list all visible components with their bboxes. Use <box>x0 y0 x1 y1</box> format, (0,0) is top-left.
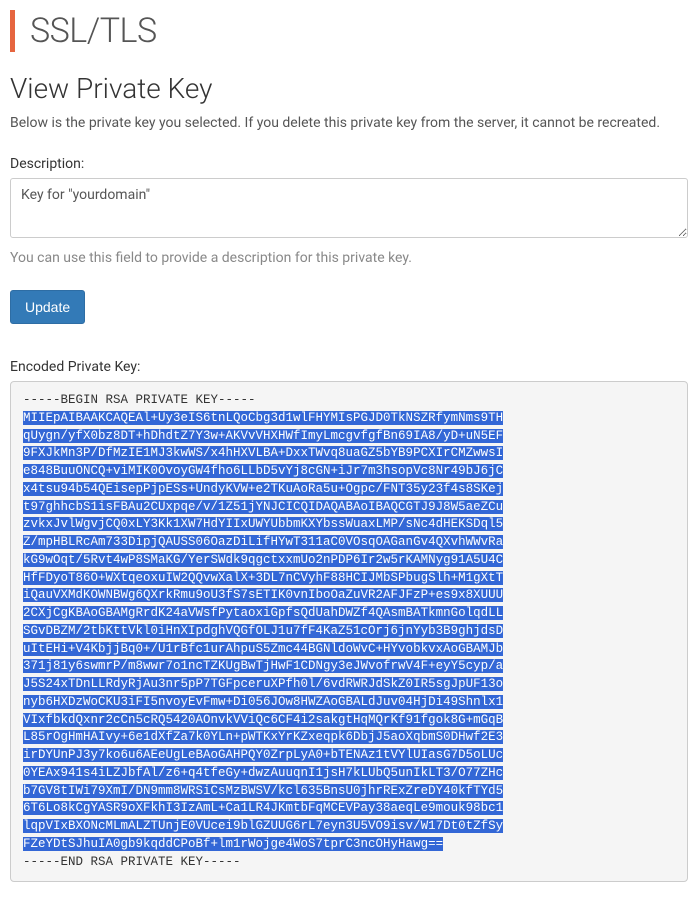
key-line: kG9wOqt/5Rvt4wP8SMaKG/YerSWdk9qgctxxmUo2… <box>23 553 503 567</box>
key-line: HfFDyoT86O+WXtqeoxuIW2QQvwXalX+3DL7nCVyh… <box>23 571 503 585</box>
key-line: irDYUnPJ3y7ko6u6AEeUgLeBAoGAHPQY0ZrpLyA0… <box>23 748 503 762</box>
encoded-key-container: -----BEGIN RSA PRIVATE KEY----- MIIEpAIB… <box>10 381 688 882</box>
encoded-key-content[interactable]: -----BEGIN RSA PRIVATE KEY----- MIIEpAIB… <box>23 392 675 871</box>
key-line: uItEHi+V4KbjjBq0+/U1rBfc1urAhpuS5Zmc44BG… <box>23 642 503 656</box>
key-line: qUygn/yfX0bz8DT+hDhdtZ7Y3w+AKVvVHXHWfImy… <box>23 429 503 443</box>
key-line: e848BuuONCQ+viMIK0OvoyGW4fho6LLbD5vYj8cG… <box>23 464 503 478</box>
key-line: t97ghhcbS1isFBAu2CUxpqe/v/1Z51jYNJCICQID… <box>23 500 503 514</box>
key-line: VIxfbkdQxnr2cCn5cRQ5420AOnvkVViQc6CF4i2s… <box>23 713 503 727</box>
key-line: SGvDBZM/2tbKttVkl0iHnXIpdghVQGfOLJ1u7fF4… <box>23 624 503 638</box>
page-title: SSL/TLS <box>30 11 157 51</box>
key-line: J5S24xTDnLLRdyRjAu3nr5pP7TGFpceruXPfh0l/… <box>23 677 503 691</box>
key-line: lqpVIxBXONcMLmALZTUnjE0VUcei9blGZUUG6rL7… <box>23 819 503 833</box>
update-button[interactable]: Update <box>10 290 85 324</box>
key-line: 0YEAx941s4iLZJbfAl/z6+q4tfeGy+dwzAuuqnI1… <box>23 766 503 780</box>
description-label: Description: <box>10 156 688 172</box>
key-line: Z/mpHBLRcAm733DipjQAUSS06OazDiLifHYwT311… <box>23 535 503 549</box>
key-line: x4tsu94b54QEisepPjpESs+UndyKVW+e2TKuAoRa… <box>23 482 503 496</box>
description-input[interactable] <box>10 178 688 238</box>
key-line: 2CXjCgKBAoGBAMgRrdK24aVWsfPytaoxiGpfsQdU… <box>23 606 503 620</box>
key-line: 6T6Lo8kCgYASR9oXFkhI3IzAmL+Ca1LR4JKmtbFq… <box>23 801 503 815</box>
description-help: You can use this field to provide a desc… <box>10 250 688 266</box>
section-heading: View Private Key <box>10 72 688 105</box>
key-line: 9FXJkMn3P/DfMzIE1MJ3kwWS/x4hHXVLBA+DxxTW… <box>23 446 503 460</box>
intro-text: Below is the private key you selected. I… <box>10 115 688 131</box>
accent-bar <box>10 10 15 52</box>
key-line: zvkxJvlWgvjCQ0xLY3Kk1XW7HdYIIxUWYUbbmKXY… <box>23 517 503 531</box>
key-line: MIIEpAIBAAKCAQEAl+Uy3eIS6tnLQoCbg3d1wlFH… <box>23 411 503 425</box>
key-line: FZeYDtSJhuIA0gb9kqddCPoBf+lm1rWojge4WoS7… <box>23 837 443 851</box>
key-line: b7GV8tIWi79XmI/DN9mm8WRSiCsMzBWSV/kcl635… <box>23 784 503 798</box>
key-line: nyb6HXDzWoCKU3iFI5nvoyEvFmw+Di056JOw8HWZ… <box>23 695 503 709</box>
key-line: iQauVXMdKOWNBWg6QXrkRmu9oU3fS7sETIK0vnIb… <box>23 588 503 602</box>
key-line: L85rOgHmHAIvy+6e1dXfZa7k0YLn+pWTKxYrKZxe… <box>23 730 503 744</box>
key-line: 371j81y6swmrP/m8wwr7o1ncTZKUgBwTjHwF1CDN… <box>23 659 503 673</box>
encoded-key-label: Encoded Private Key: <box>10 359 688 375</box>
page-header: SSL/TLS <box>10 10 688 52</box>
